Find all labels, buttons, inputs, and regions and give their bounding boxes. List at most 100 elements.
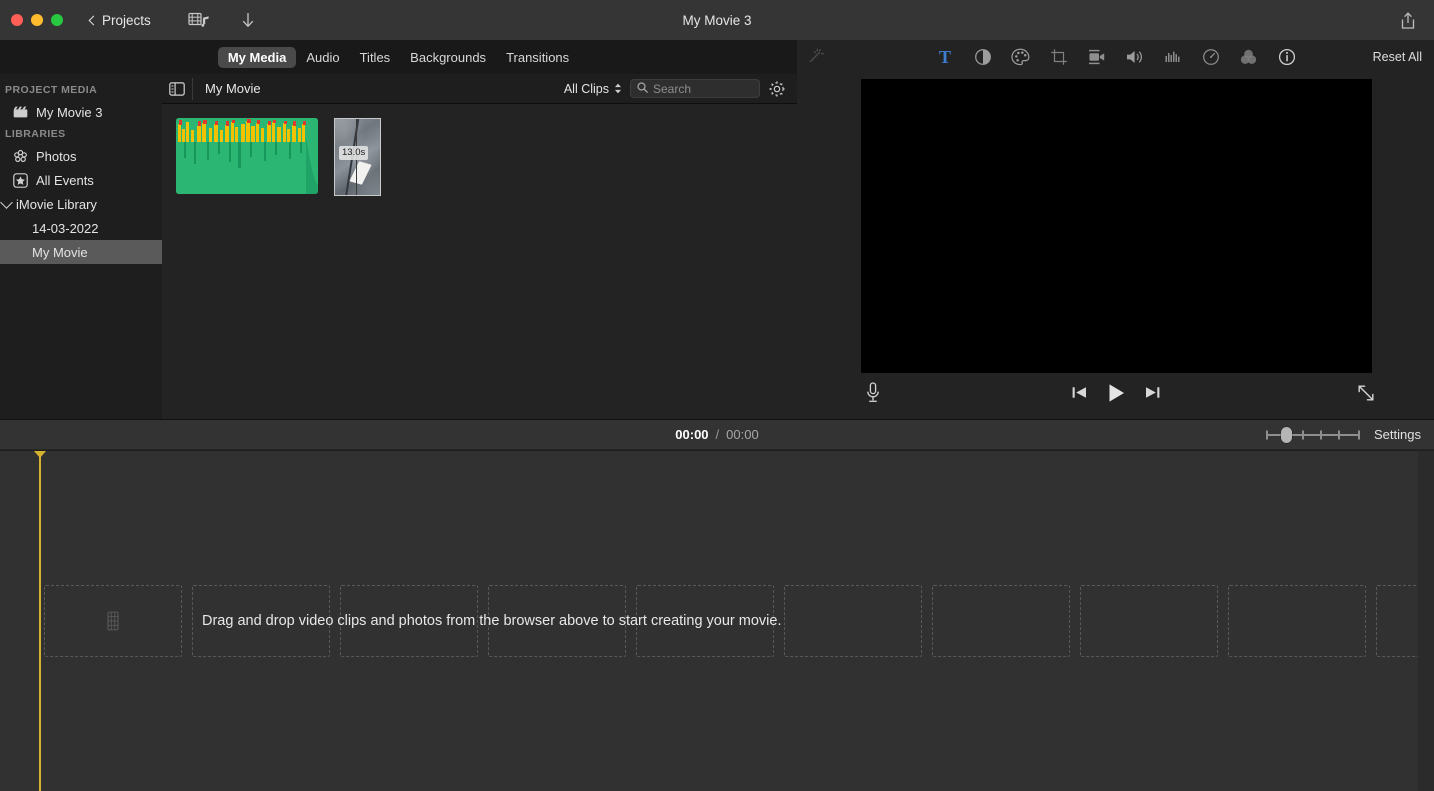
timeline-toolbar: 00:00 / 00:00 Settings [0,419,1434,450]
titles-tool-button[interactable]: T [934,46,956,68]
stabilization-tool-button[interactable] [1086,46,1108,68]
sidebar-item-label: iMovie Library [16,196,97,212]
video-dropzone[interactable] [340,585,478,657]
search-icon [637,80,648,98]
audio-waveform-clip-thumbnail[interactable] [176,118,318,194]
sidebar-toggle-icon[interactable] [162,74,192,104]
noise-reduction-tool-button[interactable] [1162,46,1184,68]
back-to-projects-label: Projects [102,12,151,28]
slider-tick [1302,430,1305,439]
sidebar-section-libraries: LIBRARIES [5,128,66,140]
tab-my-media[interactable]: My Media [217,46,297,68]
video-dropzone[interactable] [1228,585,1366,657]
info-tool-button[interactable] [1276,46,1298,68]
clip-filter-label: All Clips [563,81,609,96]
close-window-button[interactable] [11,14,23,26]
film-music-icon[interactable] [188,11,210,29]
share-icon[interactable] [1396,9,1420,33]
balance-color-tool-button[interactable] [972,46,994,68]
sidebar-item-label: Photos [36,148,77,164]
star-square-icon [12,172,28,188]
filmstrip-icon [105,611,121,631]
sidebar-item-my-movie-3[interactable]: My Movie 3 [0,100,162,124]
timecode-separator: / [715,427,720,442]
search-text-field[interactable] [653,81,753,96]
speed-tool-button[interactable] [1200,46,1222,68]
sidebar-item-label: All Events [36,172,94,188]
title-bar: Projects My Movie 3 [0,0,1434,40]
traffic-lights [11,14,63,26]
video-dropzone[interactable] [44,585,182,657]
browser-toolbar: My Movie All Clips [162,74,797,104]
transport-controls [797,381,1434,410]
skip-to-end-button[interactable] [1144,384,1161,406]
tab-titles[interactable]: Titles [350,47,401,68]
browser-title: My Movie [205,81,261,96]
sidebar-section-project-media: PROJECT MEDIA [5,84,98,96]
minimize-window-button[interactable] [31,14,43,26]
gear-icon[interactable] [763,75,791,103]
timeline[interactable]: Drag and drop video clips and photos fro… [0,451,1434,791]
timeline-right-gutter [1418,451,1434,791]
sidebar-item-imovie-library[interactable]: iMovie Library [0,192,162,216]
sidebar-item-label: My Movie [32,244,88,260]
slider-tick [1320,430,1323,439]
color-correction-tool-button[interactable] [1010,46,1032,68]
tab-audio[interactable]: Audio [296,47,349,68]
video-dropzone-row [44,585,1434,657]
video-dropzone[interactable] [932,585,1070,657]
svg-text:T: T [938,48,950,66]
slider-tick [1338,430,1341,439]
timeline-settings-button[interactable]: Settings [1374,427,1421,442]
timeline-zoom-slider[interactable] [1266,426,1361,443]
playback-controls-bar [797,373,1434,417]
photo-clip-thumbnail[interactable]: 13.0s [334,118,381,196]
disclosure-triangle-icon[interactable] [0,196,13,209]
playhead[interactable] [34,451,46,791]
adjustment-tool-icons: T [797,46,1434,68]
sidebar-item-label: My Movie 3 [36,104,103,120]
tab-transitions[interactable]: Transitions [496,47,579,68]
clip-filter-tool-button[interactable] [1238,46,1260,68]
up-down-chevron-icon [614,83,622,94]
tab-backgrounds[interactable]: Backgrounds [400,47,496,68]
clapperboard-icon [12,104,28,120]
video-viewer[interactable] [861,79,1372,373]
video-dropzone[interactable] [636,585,774,657]
volume-tool-button[interactable] [1124,46,1146,68]
zoom-window-button[interactable] [51,14,63,26]
video-dropzone[interactable] [784,585,922,657]
skip-to-start-button[interactable] [1071,384,1088,406]
magic-wand-icon[interactable] [805,47,825,67]
slider-thumb[interactable] [1281,426,1293,443]
crop-tool-button[interactable] [1048,46,1070,68]
play-button[interactable] [1104,381,1128,410]
sidebar-item-photos[interactable]: Photos [0,144,162,168]
imovie-window: Projects My Movie 3 My Media Audio Title… [0,0,1434,791]
toolbar-divider [192,77,193,100]
window-title: My Movie 3 [682,12,752,28]
total-time: 00:00 [726,427,759,442]
import-download-icon[interactable] [240,10,256,30]
video-dropzone[interactable] [488,585,626,657]
library-sidebar: PROJECT MEDIA My Movie 3 LIBRARIES Photo… [0,74,162,419]
search-input[interactable] [630,79,760,98]
clip-duration-badge: 13.0s [339,146,369,160]
waveform-graphic [176,118,318,194]
slider-tick [1266,430,1269,439]
expand-arrows-icon[interactable] [1356,383,1376,408]
video-dropzone[interactable] [192,585,330,657]
video-dropzone[interactable] [1080,585,1218,657]
media-tab-bar: My Media Audio Titles Backgrounds Transi… [0,40,797,74]
back-to-projects-button[interactable]: Projects [85,9,160,31]
sidebar-item-my-movie[interactable]: My Movie [0,240,162,264]
sidebar-item-14-03-2022[interactable]: 14-03-2022 [0,216,162,240]
preview-panel: T Reset All [797,40,1434,419]
clip-grid: 13.0s [162,104,797,196]
reset-all-button[interactable]: Reset All [1373,50,1422,64]
sidebar-item-all-events[interactable]: All Events [0,168,162,192]
clip-filter-dropdown[interactable]: All Clips [564,82,622,96]
timecode-display: 00:00 / 00:00 [0,427,1434,442]
current-time: 00:00 [675,427,709,442]
microphone-icon[interactable] [865,381,881,410]
